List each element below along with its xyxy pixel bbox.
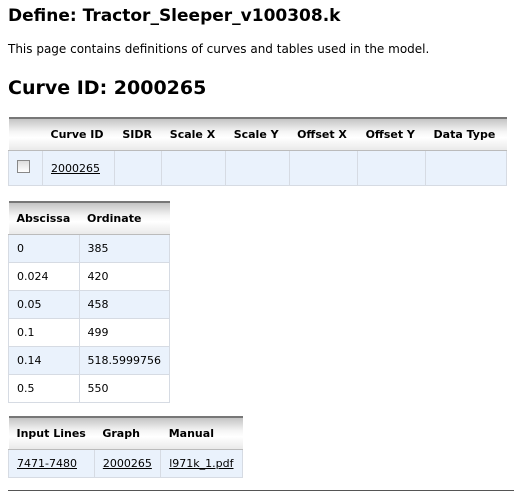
page-title: Define: Tractor_Sleeper_v100308.k [8,6,341,26]
divider [8,490,514,491]
col-abscissa: Abscissa [8,201,80,235]
abscissa-cell: 0 [8,234,80,263]
sidr-cell [113,150,163,186]
manual-link[interactable]: l971k_1.pdf [169,457,233,470]
input-lines-link[interactable]: 7471-7480 [17,457,77,470]
col-offset-x: Offset X [289,117,358,151]
abscissa-cell: 0.05 [8,290,80,319]
col-manual: Manual [160,416,243,450]
row-checkbox[interactable] [17,160,30,173]
ordinate-cell: 458 [78,290,171,319]
col-input-lines: Input Lines [8,416,95,450]
col-ordinate: Ordinate [79,201,170,235]
offset-y-cell [357,150,427,186]
table-row: 7471-7480 2000265 l971k_1.pdf [8,449,243,478]
col-scale-x: Scale X [161,117,226,151]
curve-table: Curve ID SIDR Scale X Scale Y Offset X O… [8,117,507,186]
curve-heading: Curve ID: 2000265 [8,77,207,99]
col-select [8,117,43,151]
col-data-type: Data Type [425,117,507,151]
ordinate-cell: 550 [78,374,171,403]
col-offset-y: Offset Y [357,117,426,151]
abscissa-cell: 0.024 [8,262,80,291]
graph-cell: 2000265 [93,449,162,478]
abscissa-cell: 0.5 [8,374,80,403]
manual-cell: l971k_1.pdf [160,449,243,478]
abscissa-cell: 0.14 [8,346,80,375]
ordinate-cell: 385 [78,234,171,263]
table-row: 0.14 518.5999756 [8,346,171,375]
curve-id-link[interactable]: 2000265 [51,162,100,175]
table-row: 0 385 [8,234,171,263]
table-header: Input Lines Graph Manual [8,416,243,450]
col-curve-id: Curve ID [42,117,115,151]
select-cell [8,150,43,186]
table-row: 0.024 420 [8,262,171,291]
table-header: Curve ID SIDR Scale X Scale Y Offset X O… [8,117,507,151]
col-sidr: SIDR [114,117,162,151]
points-table: Abscissa Ordinate 0 385 0.024 420 0.05 458 0.1… [8,201,171,403]
table-row: 0.1 499 [8,318,171,347]
scale-x-cell [161,150,227,186]
table-row: 0.5 550 [8,374,171,403]
curve-id-cell: 2000265 [42,150,115,186]
col-graph: Graph [94,416,161,450]
ordinate-cell: 420 [78,262,171,291]
table-row: 2000265 [8,150,507,186]
links-table: Input Lines Graph Manual 7471-7480 20002… [8,416,243,478]
page-description: This page contains definitions of curves… [8,42,430,56]
table-header: Abscissa Ordinate [8,201,170,235]
data-type-cell [425,150,507,186]
ordinate-cell: 499 [78,318,171,347]
table-row: 0.05 458 [8,290,171,319]
offset-x-cell [288,150,359,186]
col-scale-y: Scale Y [225,117,290,151]
scale-y-cell [225,150,290,186]
graph-link[interactable]: 2000265 [103,457,152,470]
ordinate-cell: 518.5999756 [78,346,171,375]
input-lines-cell: 7471-7480 [8,449,95,478]
abscissa-cell: 0.1 [8,318,80,347]
